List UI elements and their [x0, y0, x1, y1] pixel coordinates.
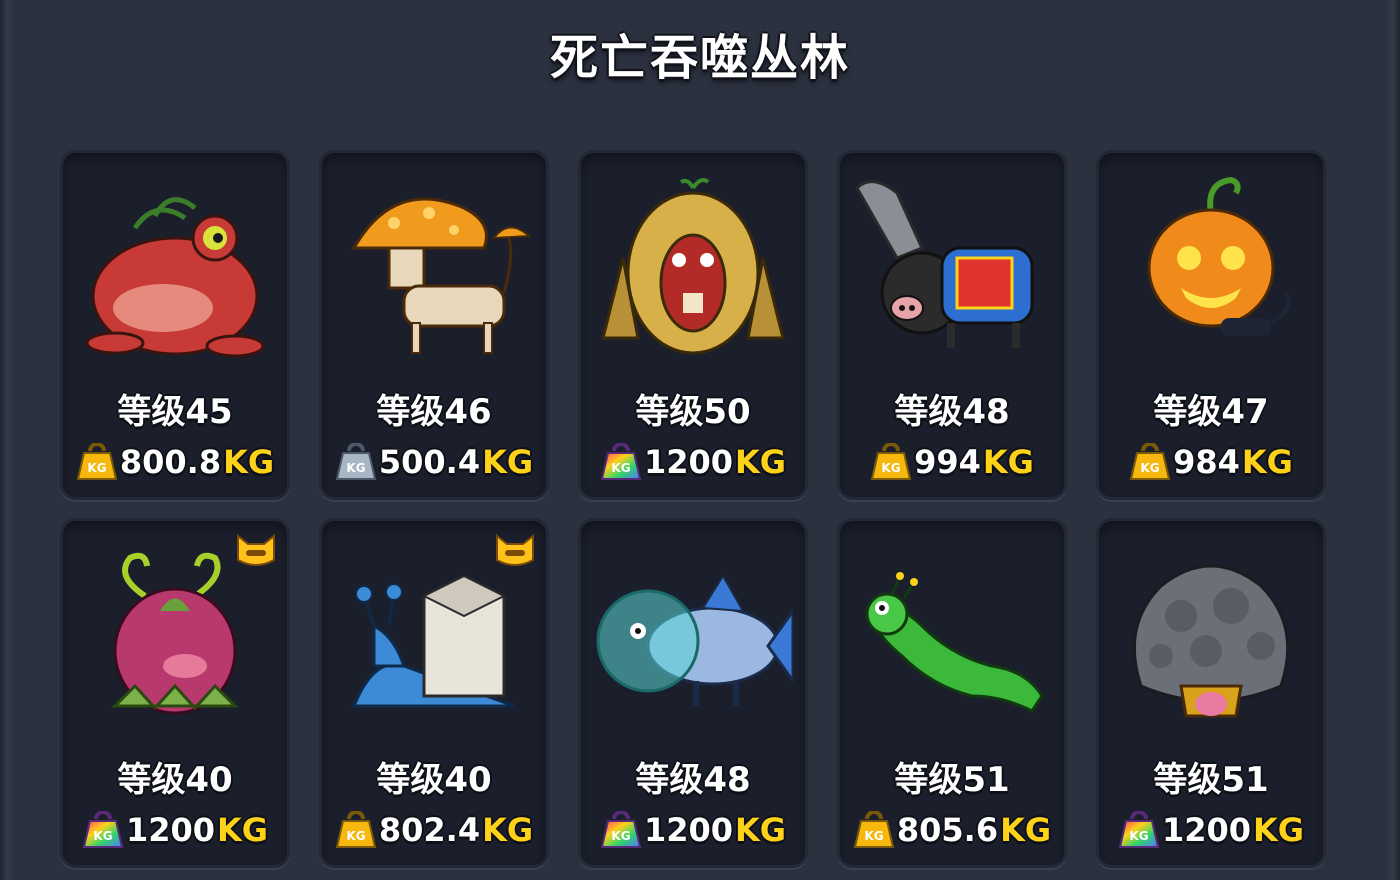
monster-level: 等级45	[117, 392, 233, 432]
weight-value: 1200	[643, 811, 733, 849]
green-caterpillar-monster-art	[865, 572, 1044, 713]
weight-unit: KG	[223, 443, 275, 481]
mushroom-dog-monster-art	[351, 197, 532, 354]
monster-weight: KG 500.4 KG	[319, 442, 549, 482]
monster-weight: KG 994 KG	[837, 442, 1067, 482]
weight-unit: KG	[217, 811, 269, 849]
monster-weight: KG 1200 KG	[60, 810, 290, 850]
weight-value: 994	[914, 443, 981, 481]
monster-level: 等级51	[1153, 760, 1269, 800]
monster-card[interactable]: 等级51 KG 805.6 KG	[837, 518, 1067, 868]
monster-level: 等级40	[376, 760, 492, 800]
chainsaw-pig-monster-art	[855, 180, 1034, 348]
weight-unit: KG	[982, 443, 1034, 481]
game-panel: 死亡吞噬丛林 等级45 KG 800.8 KG 等级46 KG 500.4 KG…	[0, 0, 1400, 880]
svg-text:KG: KG	[881, 461, 900, 475]
monster-level: 等级48	[894, 392, 1010, 432]
weight-value: 500.4	[378, 443, 481, 481]
monster-card[interactable]: 等级40 KG 802.4 KG	[319, 518, 549, 868]
monster-card[interactable]: 等级47 KG 984 KG	[1096, 150, 1326, 500]
monster-level: 等级40	[117, 760, 233, 800]
monster-card[interactable]: 等级48 KG 994 KG	[837, 150, 1067, 500]
pumpkin-cat-monster-art	[1147, 176, 1291, 336]
monster-weight: KG 802.4 KG	[319, 810, 549, 850]
gold-weight-icon: KG	[335, 811, 377, 848]
weight-unit: KG	[1241, 443, 1293, 481]
page-title: 死亡吞噬丛林	[549, 30, 850, 86]
weight-value: 802.4	[378, 811, 481, 849]
svg-text:KG: KG	[611, 461, 630, 475]
svg-text:KG: KG	[346, 461, 365, 475]
monster-weight: KG 984 KG	[1096, 442, 1326, 482]
weight-unit: KG	[1253, 811, 1305, 849]
monster-weight: KG 805.6 KG	[837, 810, 1067, 850]
weight-value: 1200	[1161, 811, 1251, 849]
monster-level: 等级50	[635, 392, 751, 432]
svg-text:KG: KG	[87, 461, 106, 475]
panel-border-right	[1384, 0, 1400, 880]
gold-weight-icon: KG	[1129, 443, 1171, 480]
weight-unit: KG	[482, 443, 534, 481]
monster-weight: KG 800.8 KG	[60, 442, 290, 482]
weight-unit: KG	[1000, 811, 1052, 849]
weight-value: 1200	[125, 811, 215, 849]
monster-card[interactable]: 等级46 KG 500.4 KG	[319, 150, 549, 500]
monster-grid: 等级45 KG 800.8 KG 等级46 KG 500.4 KG 等级50 K…	[60, 150, 1330, 880]
rainbow-weight-icon: KG	[82, 811, 124, 848]
weight-unit: KG	[735, 443, 787, 481]
monster-level: 等级47	[1153, 392, 1269, 432]
red-toad-monster-art	[85, 197, 265, 358]
fishbowl-fish-monster-art	[596, 574, 793, 706]
svg-text:KG: KG	[346, 829, 365, 843]
monster-face-badge-icon	[496, 533, 534, 566]
weight-value: 800.8	[119, 443, 222, 481]
monster-card[interactable]: 等级40 KG 1200 KG	[60, 518, 290, 868]
monster-level: 等级46	[376, 392, 492, 432]
svg-text:KG: KG	[1140, 461, 1159, 475]
svg-text:KG: KG	[611, 829, 630, 843]
monster-weight: KG 1200 KG	[578, 810, 808, 850]
rainbow-weight-icon: KG	[1118, 811, 1160, 848]
monster-face-badge-icon	[237, 533, 275, 566]
sprout-ape-monster-art	[601, 178, 785, 355]
rock-golem-monster-art	[1132, 564, 1290, 718]
monster-card[interactable]: 等级51 KG 1200 KG	[1096, 518, 1326, 868]
weight-unit: KG	[482, 811, 534, 849]
rainbow-weight-icon: KG	[600, 811, 642, 848]
monster-level: 等级48	[635, 760, 751, 800]
gold-weight-icon: KG	[853, 811, 895, 848]
svg-text:KG: KG	[864, 829, 883, 843]
monster-weight: KG 1200 KG	[1096, 810, 1326, 850]
monster-card[interactable]: 等级50 KG 1200 KG	[578, 150, 808, 500]
monster-level: 等级51	[894, 760, 1010, 800]
weight-value: 805.6	[896, 811, 999, 849]
weight-unit: KG	[735, 811, 787, 849]
monster-card[interactable]: 等级48 KG 1200 KG	[578, 518, 808, 868]
rainbow-weight-icon: KG	[600, 443, 642, 480]
silver-weight-icon: KG	[335, 443, 377, 480]
monster-card[interactable]: 等级45 KG 800.8 KG	[60, 150, 290, 500]
monster-weight: KG 1200 KG	[578, 442, 808, 482]
gold-weight-icon: KG	[76, 443, 118, 480]
weight-value: 984	[1173, 443, 1240, 481]
weight-value: 1200	[643, 443, 733, 481]
svg-text:KG: KG	[1129, 829, 1148, 843]
gold-weight-icon: KG	[870, 443, 912, 480]
panel-border-left	[0, 0, 16, 880]
svg-text:KG: KG	[93, 829, 112, 843]
